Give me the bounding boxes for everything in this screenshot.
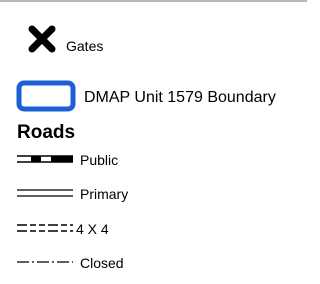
roads-heading: Roads: [17, 122, 76, 143]
legend-label-four-by-four: 4 X 4: [76, 221, 109, 237]
legend-label-public: Public: [80, 152, 119, 168]
legend-label-gates: Gates: [66, 38, 104, 54]
legend-label-primary: Primary: [80, 186, 129, 202]
boundary-swatch-icon: [16, 80, 76, 112]
legend-top-border: [0, 0, 307, 2]
primary-road-line-icon: [17, 189, 73, 197]
closed-road-line-icon: [17, 261, 73, 263]
legend-label-boundary: DMAP Unit 1579 Boundary: [84, 89, 276, 106]
public-road-line-icon: [17, 155, 73, 163]
gate-x-icon: [28, 25, 56, 53]
four-by-four-road-line-icon: [17, 224, 73, 232]
legend-label-closed: Closed: [80, 255, 124, 271]
map-legend: Gates DMAP Unit 1579 Boundary Roads Publ…: [0, 0, 307, 284]
